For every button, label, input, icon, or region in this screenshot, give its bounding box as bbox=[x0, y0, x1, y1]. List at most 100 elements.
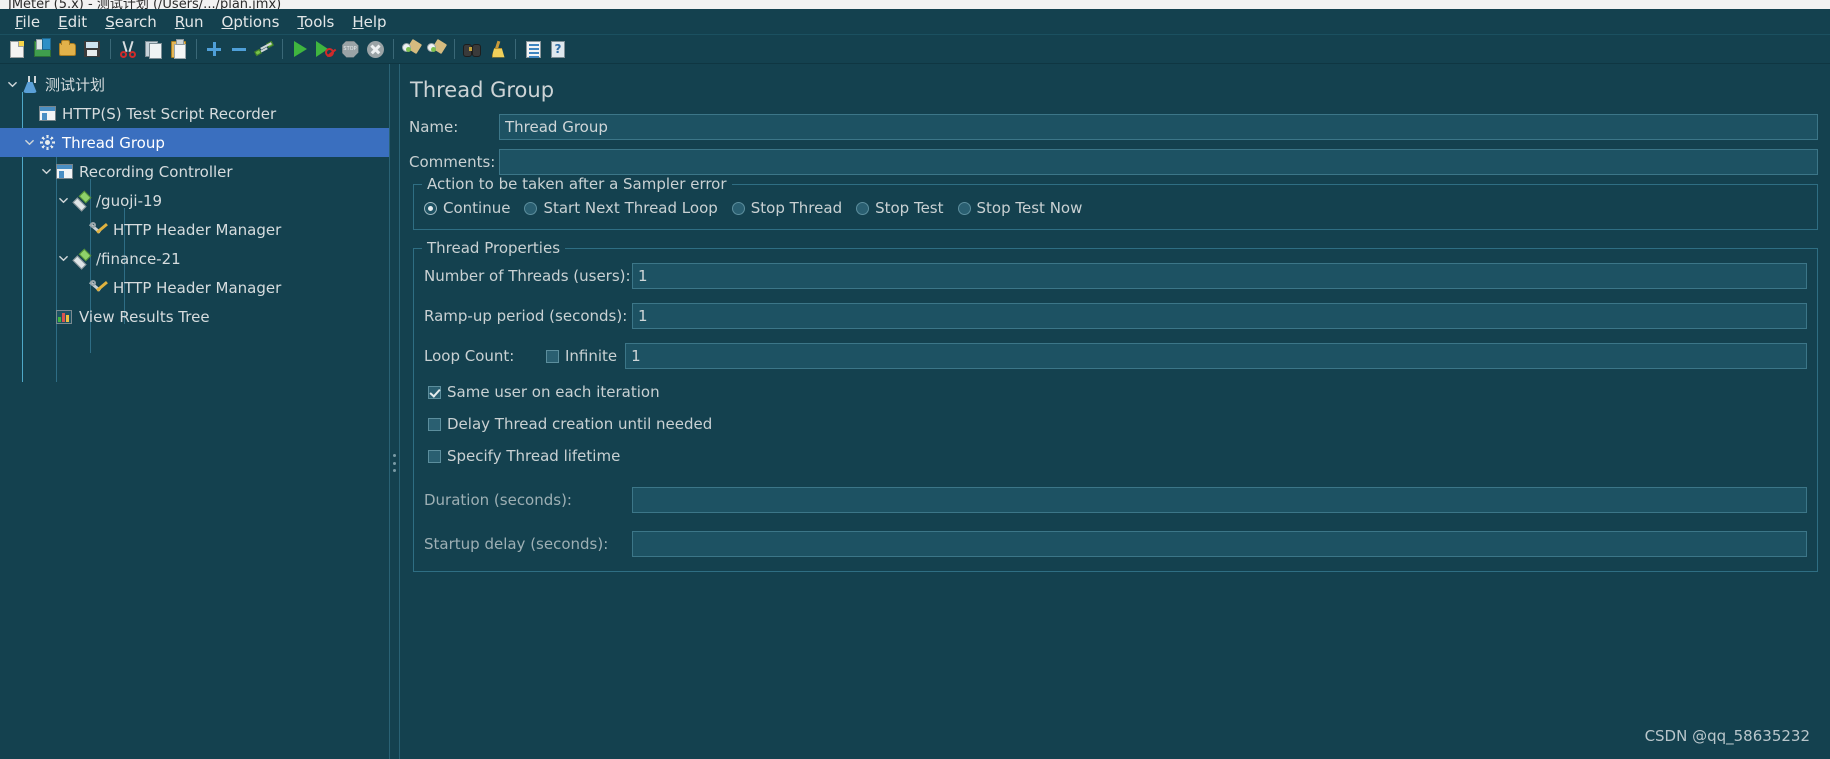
window-title-text: JMeter (5.x) - 测试计划 (/Users/.../plan.jmx… bbox=[8, 0, 282, 9]
menu-item-tools[interactable]: Tools bbox=[288, 11, 343, 33]
search-binoculars-icon bbox=[463, 40, 481, 58]
cut-icon bbox=[119, 40, 137, 58]
toolbar-function-helper-button[interactable] bbox=[521, 37, 545, 61]
toolbar-collapse-all-button[interactable] bbox=[227, 37, 251, 61]
toolbar-copy-button[interactable] bbox=[141, 37, 165, 61]
toolbar-new-document-button[interactable] bbox=[5, 37, 29, 61]
help-icon bbox=[549, 40, 567, 58]
watermark: CSDN @qq_58635232 bbox=[1644, 727, 1810, 745]
tree-node-http-header-manager-7[interactable]: HTTP Header Manager bbox=[0, 273, 389, 302]
chevron-down-icon[interactable] bbox=[55, 193, 71, 209]
toolbar-help-button[interactable] bbox=[546, 37, 570, 61]
chevron-down-icon[interactable] bbox=[4, 77, 20, 93]
toolbar-search-binoculars-button[interactable] bbox=[460, 37, 484, 61]
toolbar-clear-button[interactable] bbox=[399, 37, 423, 61]
toolbar-separator bbox=[393, 39, 394, 59]
same-user-checkbox[interactable]: Same user on each iteration bbox=[428, 383, 1817, 401]
collapse-all-icon bbox=[230, 40, 248, 58]
expand-all-icon bbox=[205, 40, 223, 58]
tree-node-finance-21-6[interactable]: /finance-21 bbox=[0, 244, 389, 273]
tree-node-view-results-tree-8[interactable]: View Results Tree bbox=[0, 302, 389, 331]
main-split: 测试计划 HTTP(S) Test Script Recorder Thread G… bbox=[0, 64, 1830, 759]
tree-node-guoji-19-4[interactable]: /guoji-19 bbox=[0, 186, 389, 215]
tree-node-label: /guoji-19 bbox=[96, 191, 163, 210]
comments-input[interactable] bbox=[499, 149, 1818, 175]
duration-input[interactable] bbox=[632, 487, 1807, 513]
ramp-up-row: Ramp-up period (seconds): bbox=[424, 303, 1817, 329]
view-results-tree-icon bbox=[55, 308, 73, 326]
loop-count-input[interactable] bbox=[625, 343, 1807, 369]
toolbar-start-button[interactable] bbox=[288, 37, 312, 61]
toolbar-expand-all-button[interactable] bbox=[202, 37, 226, 61]
window-titlebar: JMeter (5.x) - 测试计划 (/Users/.../plan.jmx… bbox=[0, 0, 1830, 9]
sampler-error-option-stop-thread[interactable]: Stop Thread bbox=[731, 199, 843, 217]
sampler-error-option-stop-test[interactable]: Stop Test bbox=[856, 199, 944, 217]
loop-infinite-label: Infinite bbox=[565, 347, 618, 365]
duration-row: Duration (seconds): bbox=[424, 487, 1817, 513]
toolbar-shutdown-button[interactable] bbox=[363, 37, 387, 61]
toolbar-open-folder-button[interactable] bbox=[55, 37, 79, 61]
num-threads-row: Number of Threads (users): bbox=[424, 263, 1817, 289]
split-divider-grip[interactable] bbox=[393, 454, 396, 472]
toolbar-save-button[interactable] bbox=[80, 37, 104, 61]
toolbar-paste-button[interactable] bbox=[166, 37, 190, 61]
menu-item-search[interactable]: Search bbox=[96, 11, 166, 33]
startup-delay-input[interactable] bbox=[632, 531, 1807, 557]
sampler-error-radio-group[interactable]: Continue Start Next Thread Loop Stop Threa… bbox=[414, 195, 1817, 221]
reset-search-broom-icon bbox=[488, 40, 506, 58]
specify-thread-lifetime-label: Specify Thread lifetime bbox=[447, 447, 621, 465]
tree-node-label: Thread Group bbox=[62, 133, 165, 152]
chevron-down-icon[interactable] bbox=[21, 135, 37, 151]
comments-field-row: Comments: bbox=[409, 149, 1830, 175]
delay-thread-creation-checkbox[interactable]: Delay Thread creation until needed bbox=[428, 415, 1817, 433]
menu-item-help[interactable]: Help bbox=[343, 11, 395, 33]
checkbox-box bbox=[428, 417, 441, 431]
menu-item-edit[interactable]: Edit bbox=[49, 11, 96, 33]
toolbar-separator bbox=[110, 39, 111, 59]
comments-label: Comments: bbox=[409, 153, 496, 171]
sampler-error-option-start-next-thread-loop[interactable]: Start Next Thread Loop bbox=[524, 199, 718, 217]
toolbar-stop-button[interactable] bbox=[338, 37, 362, 61]
test-plan-tree[interactable]: 测试计划 HTTP(S) Test Script Recorder Thread G… bbox=[0, 64, 389, 759]
split-divider[interactable] bbox=[389, 64, 399, 759]
loop-count-label: Loop Count: bbox=[424, 347, 515, 365]
tree-node-node-0[interactable]: 测试计划 bbox=[0, 70, 389, 99]
checkbox-box bbox=[428, 385, 441, 399]
startup-delay-row: Startup delay (seconds): bbox=[424, 531, 1817, 557]
tree-node-http-s-test-script-recorder-1[interactable]: HTTP(S) Test Script Recorder bbox=[0, 99, 389, 128]
toolbar-reset-search-broom-button[interactable] bbox=[485, 37, 509, 61]
tree-node-label: HTTP Header Manager bbox=[113, 220, 282, 239]
toolbar-toggle-button[interactable] bbox=[252, 37, 276, 61]
tree-node-thread-group-2[interactable]: Thread Group bbox=[0, 128, 389, 157]
toolbar-templates-button[interactable] bbox=[30, 37, 54, 61]
new-document-icon bbox=[8, 40, 26, 58]
sampler-error-option-stop-test-now[interactable]: Stop Test Now bbox=[957, 199, 1082, 217]
checkbox-box bbox=[428, 449, 441, 463]
ramp-up-input[interactable] bbox=[632, 303, 1807, 329]
radio-dot bbox=[957, 201, 971, 215]
copy-icon bbox=[144, 40, 162, 59]
name-input[interactable] bbox=[499, 114, 1818, 140]
duration-label: Duration (seconds): bbox=[424, 491, 572, 509]
loop-infinite-checkbox[interactable]: Infinite bbox=[546, 347, 617, 365]
chevron-down-icon[interactable] bbox=[38, 164, 54, 180]
num-threads-input[interactable] bbox=[632, 263, 1807, 289]
specify-thread-lifetime-checkbox[interactable]: Specify Thread lifetime bbox=[428, 447, 1817, 465]
menu-item-file[interactable]: File bbox=[6, 11, 49, 33]
menu-item-run[interactable]: Run bbox=[166, 11, 213, 33]
menu-item-options[interactable]: Options bbox=[213, 11, 289, 33]
chevron-down-icon[interactable] bbox=[55, 251, 71, 267]
toolbar-clear-all-button[interactable] bbox=[424, 37, 448, 61]
jmeter-window: JMeter (5.x) - 测试计划 (/Users/.../plan.jmx… bbox=[0, 0, 1830, 759]
toolbar-cut-button[interactable] bbox=[116, 37, 140, 61]
sampler-error-option-continue[interactable]: Continue bbox=[424, 199, 510, 217]
page-title: Thread Group bbox=[410, 78, 555, 102]
tree-node-http-header-manager-5[interactable]: HTTP Header Manager bbox=[0, 215, 389, 244]
sampler-error-option-label: Stop Thread bbox=[750, 199, 843, 217]
toolbar-start-no-pauses-button[interactable] bbox=[313, 37, 337, 61]
delay-thread-creation-label: Delay Thread creation until needed bbox=[447, 415, 713, 433]
paste-icon bbox=[169, 38, 187, 59]
tree-node-recording-controller-3[interactable]: Recording Controller bbox=[0, 157, 389, 186]
controller-window-icon bbox=[55, 163, 73, 181]
radio-dot bbox=[731, 201, 745, 215]
